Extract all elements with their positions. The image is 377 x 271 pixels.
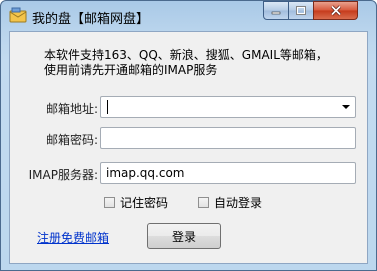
login-button[interactable]: 登录 bbox=[147, 223, 221, 249]
remember-password-label[interactable]: 记住密码 bbox=[120, 194, 168, 211]
dropdown-arrow-icon[interactable] bbox=[342, 105, 350, 109]
text-caret bbox=[107, 100, 108, 114]
minimize-button[interactable] bbox=[263, 1, 289, 20]
notice-line-1: 本软件支持163、QQ、新浪、搜狐、GMAIL等邮箱， bbox=[44, 48, 328, 62]
password-field[interactable] bbox=[100, 127, 356, 149]
email-combobox[interactable] bbox=[100, 96, 356, 118]
close-icon bbox=[330, 5, 341, 16]
auto-login-label[interactable]: 自动登录 bbox=[214, 194, 262, 211]
app-icon bbox=[9, 7, 27, 23]
imap-server-value: imap.qq.com bbox=[106, 166, 185, 180]
imap-label: IMAP服务器: bbox=[28, 168, 98, 182]
password-label: 邮箱密码: bbox=[45, 133, 98, 147]
close-button[interactable] bbox=[313, 1, 358, 20]
login-form-panel: 本软件支持163、QQ、新浪、搜狐、GMAIL等邮箱， 使用前请先开通邮箱的IM… bbox=[9, 31, 368, 264]
remember-password-option[interactable]: 记住密码 bbox=[104, 194, 168, 211]
support-notice: 本软件支持163、QQ、新浪、搜狐、GMAIL等邮箱， 使用前请先开通邮箱的IM… bbox=[44, 48, 328, 78]
minimize-icon bbox=[271, 11, 281, 14]
auto-login-option[interactable]: 自动登录 bbox=[198, 194, 262, 211]
window-title: 我的盘【邮箱网盘】 bbox=[32, 12, 150, 27]
imap-server-field[interactable]: imap.qq.com bbox=[100, 162, 356, 184]
auto-login-checkbox[interactable] bbox=[198, 197, 209, 208]
maximize-button[interactable] bbox=[288, 1, 314, 20]
register-email-link[interactable]: 注册免费邮箱 bbox=[37, 229, 109, 246]
email-label: 邮箱地址: bbox=[45, 102, 98, 116]
title-bar[interactable]: 我的盘【邮箱网盘】 bbox=[1, 1, 376, 31]
login-window: 我的盘【邮箱网盘】 本软件支持163、QQ、新浪、搜狐、GMAIL等邮箱， 使用… bbox=[0, 0, 377, 271]
maximize-icon bbox=[296, 6, 306, 15]
notice-line-2: 使用前请先开通邮箱的IMAP服务 bbox=[44, 63, 218, 77]
remember-password-checkbox[interactable] bbox=[104, 197, 115, 208]
